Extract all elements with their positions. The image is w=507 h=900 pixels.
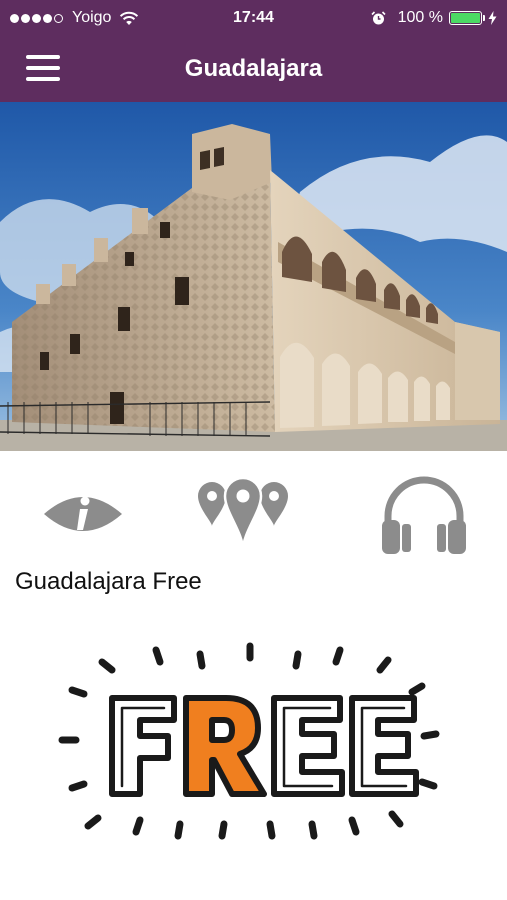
action-icons-row: [0, 470, 507, 560]
battery-icon: [449, 11, 485, 25]
map-pins-icon: [198, 476, 288, 551]
palace-photo: [0, 102, 507, 451]
headphones-icon: [382, 476, 466, 554]
app-screen: Yoigo 17:44 100 % Guadalajara Guadalajar…: [0, 0, 507, 900]
battery-level-fill: [451, 13, 480, 23]
battery-percent: 100 %: [397, 9, 443, 26]
audio-button[interactable]: [380, 472, 468, 556]
item-title: Guadalajara Free: [15, 568, 202, 595]
status-bar: Yoigo 17:44 100 %: [0, 0, 507, 36]
charging-bolt-icon: [488, 11, 497, 25]
info-eye-icon: [44, 496, 122, 531]
free-badge-illustration: [58, 642, 440, 840]
info-button[interactable]: [42, 488, 124, 540]
map-button[interactable]: [196, 476, 290, 552]
hero-image: [0, 102, 507, 451]
alarm-clock-icon: [371, 10, 386, 24]
page-title: Guadalajara: [184, 55, 323, 82]
navigation-bar: Guadalajara: [0, 36, 507, 102]
status-right: 100 %: [371, 9, 497, 27]
free-badge-image: [50, 636, 450, 856]
